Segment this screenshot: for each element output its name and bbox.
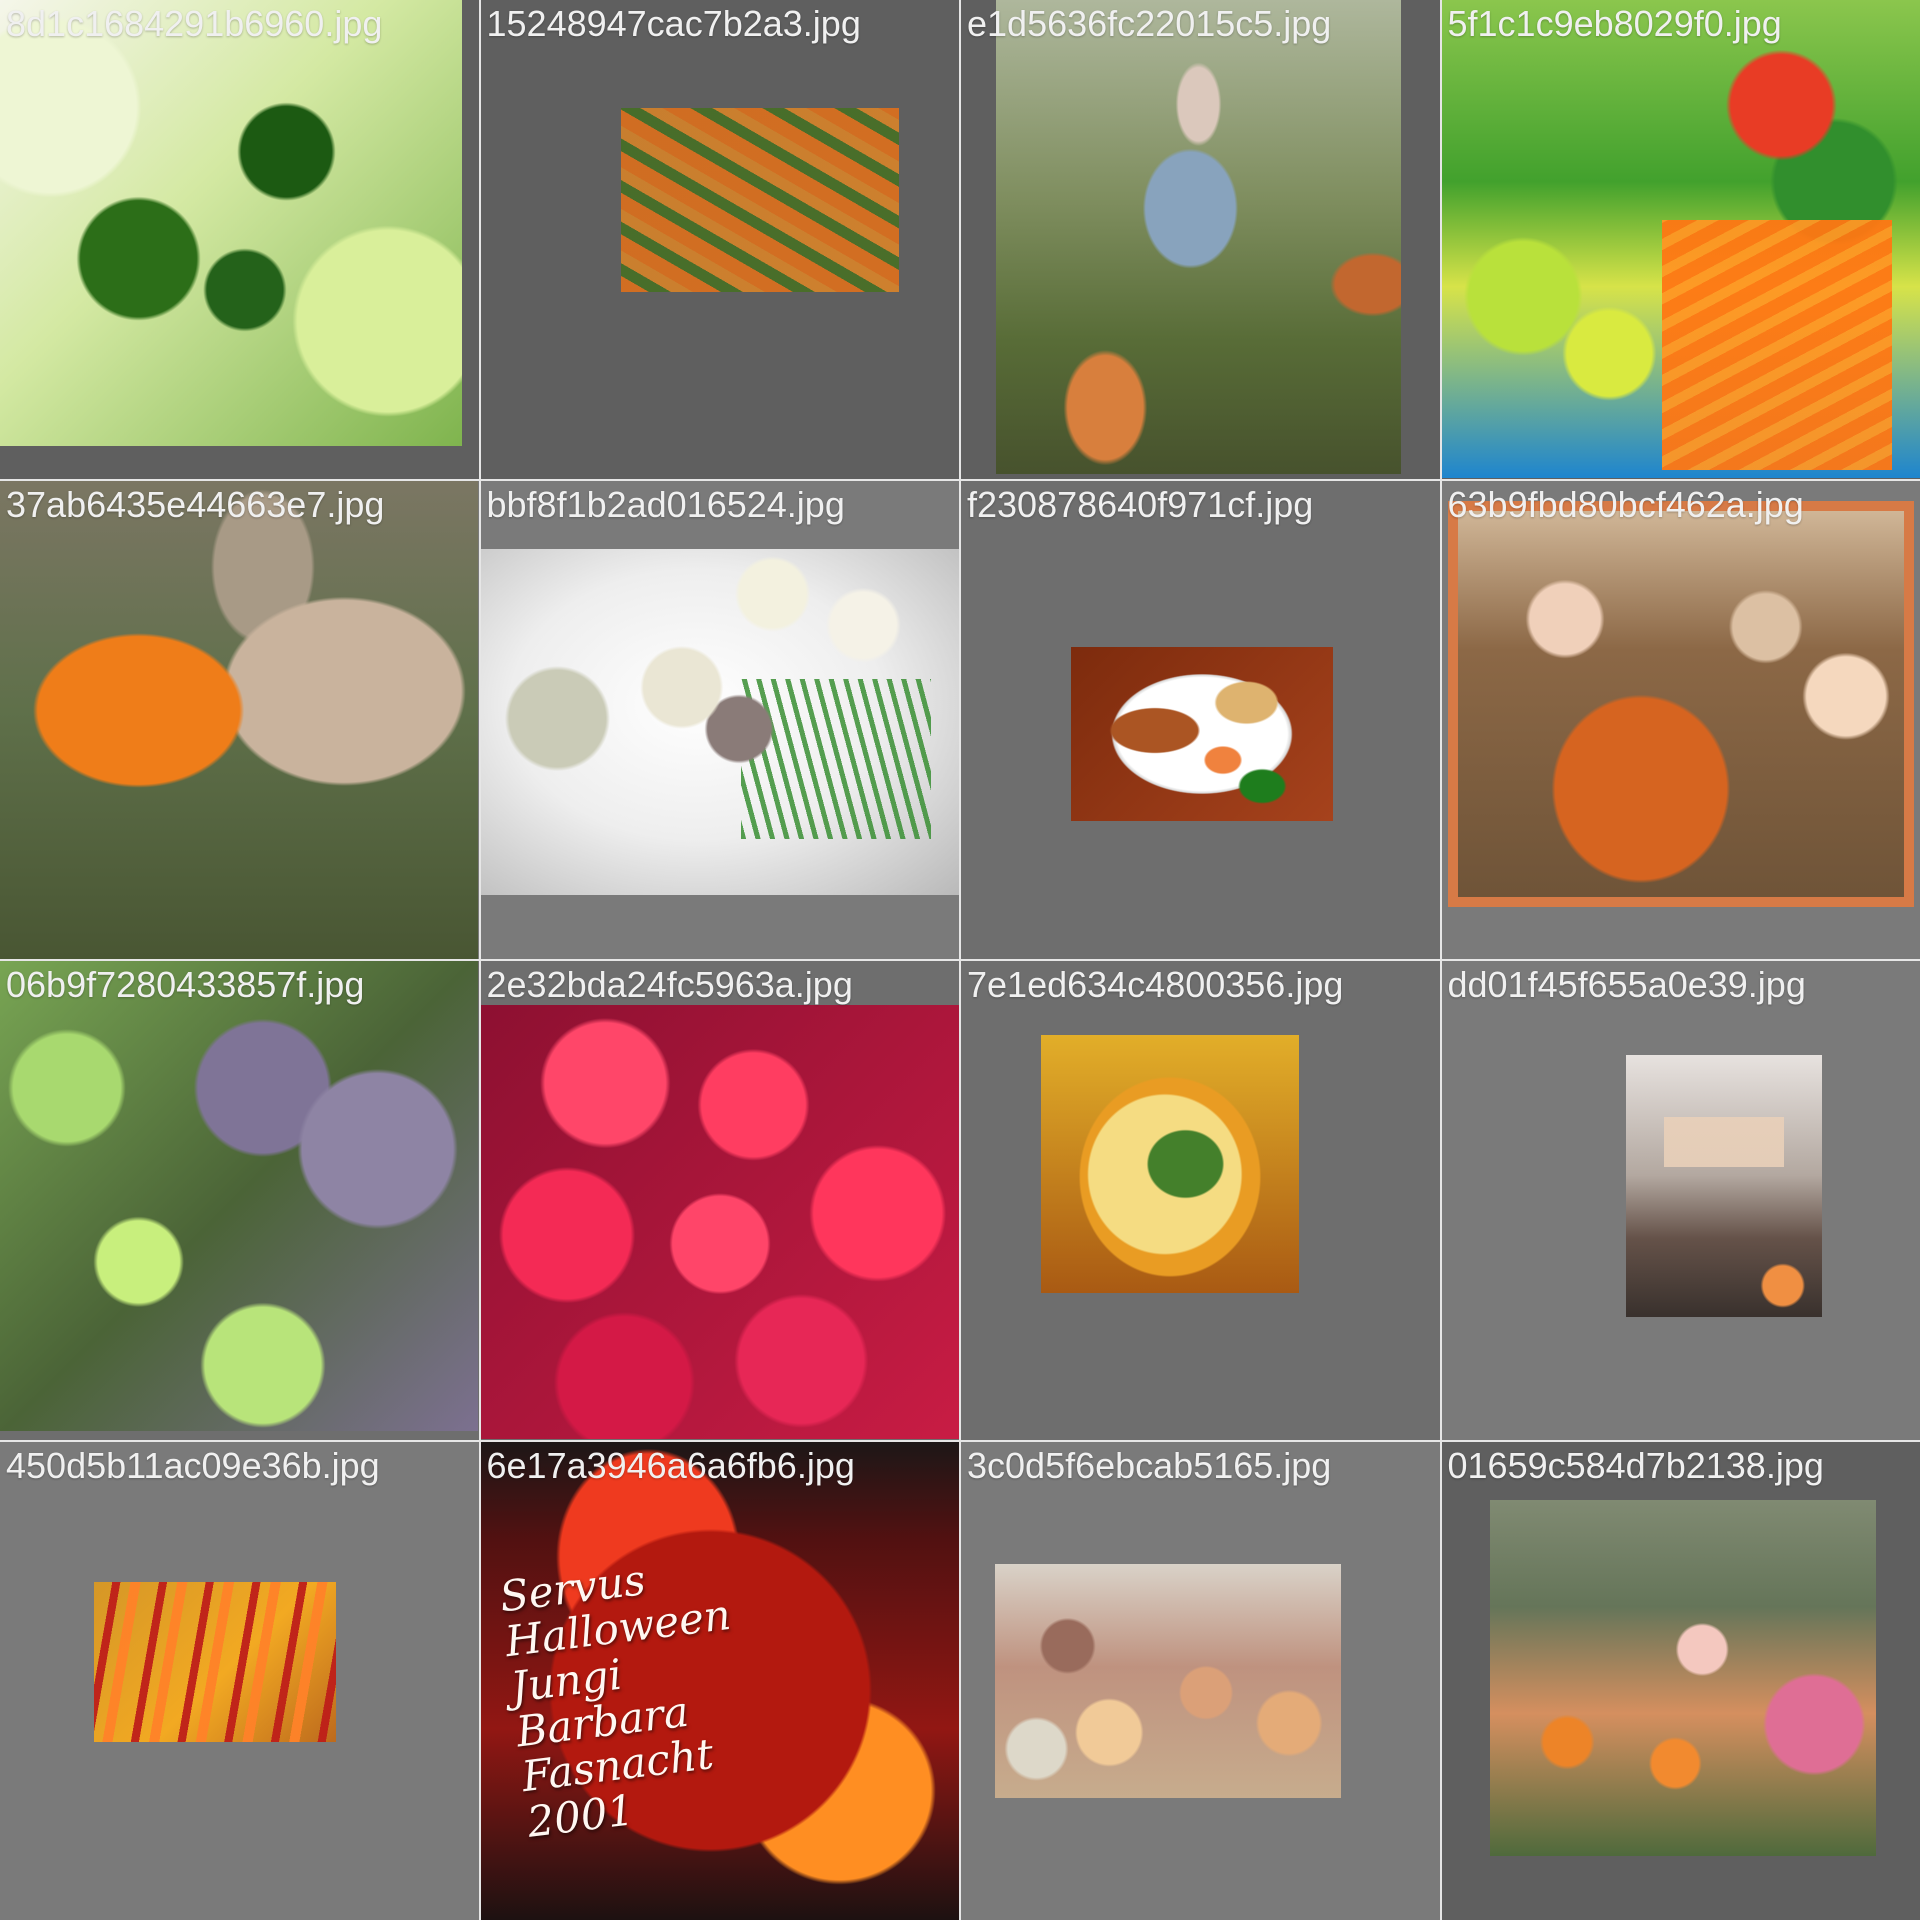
gallery-tile[interactable]: 5f1c1c9eb8029f0.jpg — [1441, 0, 1920, 479]
gallery-photo[interactable] — [1489, 1499, 1876, 1856]
gallery-tile[interactable]: 63b9fbd80bcf462a.jpg — [1441, 480, 1920, 959]
file-name: 15248947cac7b2a3.jpg — [486, 3, 861, 44]
file-name: 7e1ed634c4800356.jpg — [967, 964, 1344, 1005]
file-name: 450d5b11ac09e36b.jpg — [6, 1444, 380, 1486]
file-name: 06b9f7280433857f.jpg — [6, 964, 365, 1005]
gallery-tile[interactable]: 8d1c1684291b6960.jpg — [0, 0, 479, 479]
gallery-photo[interactable] — [480, 548, 959, 895]
file-name: 2e32bda24fc5963a.jpg — [486, 964, 853, 1005]
gallery-photo[interactable] — [995, 1563, 1341, 1798]
file-name: 6e17a3946a6a6fb6.jpg — [486, 1444, 855, 1486]
gallery-tile[interactable]: 2e32bda24fc5963a.jpg — [480, 961, 959, 1440]
gallery-tile[interactable]: e1d5636fc22015c5.jpg — [961, 0, 1440, 479]
gallery-tile[interactable]: 06b9f7280433857f.jpg — [0, 961, 479, 1440]
gallery-tile[interactable]: dd01f45f655a0e39.jpg — [1441, 961, 1920, 1440]
gallery-photo[interactable] — [0, 480, 478, 959]
image-gallery-grid: 8d1c1684291b6960.jpg 15248947cac7b2a3.jp… — [0, 0, 1920, 1920]
gallery-photo[interactable]: Servus Halloween Jungi Barbara Fasnacht … — [480, 1441, 959, 1920]
gallery-tile[interactable]: 37ab6435e44663e7.jpg — [0, 480, 479, 959]
gallery-tile[interactable]: 01659c584d7b2138.jpg — [1441, 1441, 1920, 1920]
gallery-tile[interactable]: bbf8f1b2ad016524.jpg — [480, 480, 959, 959]
gallery-photo[interactable] — [1441, 0, 1920, 478]
gallery-tile[interactable]: 450d5b11ac09e36b.jpg — [0, 1441, 479, 1920]
gallery-photo[interactable] — [1625, 1055, 1822, 1317]
file-name: 5f1c1c9eb8029f0.jpg — [1447, 3, 1782, 44]
file-name: 63b9fbd80bcf462a.jpg — [1447, 483, 1804, 525]
gallery-photo[interactable] — [620, 108, 899, 292]
gallery-photo[interactable] — [0, 961, 478, 1431]
file-name: 8d1c1684291b6960.jpg — [6, 3, 383, 44]
gallery-tile[interactable]: Servus Halloween Jungi Barbara Fasnacht … — [480, 1441, 959, 1920]
gallery-photo[interactable] — [1071, 646, 1333, 821]
gallery-photo[interactable] — [480, 1005, 959, 1439]
file-name: dd01f45f655a0e39.jpg — [1447, 964, 1806, 1005]
gallery-photo[interactable] — [1447, 500, 1914, 907]
file-name: 3c0d5f6ebcab5165.jpg — [967, 1444, 1332, 1486]
gallery-photo[interactable] — [1041, 1035, 1299, 1293]
painted-pumpkin-text: Servus Halloween Jungi Barbara Fasnacht … — [496, 1554, 733, 1847]
gallery-photo[interactable] — [996, 0, 1401, 474]
gallery-tile[interactable]: 7e1ed634c4800356.jpg — [961, 961, 1440, 1440]
file-name: 01659c584d7b2138.jpg — [1447, 1444, 1824, 1486]
gallery-tile[interactable]: 3c0d5f6ebcab5165.jpg — [961, 1441, 1440, 1920]
file-name: f230878640f971cf.jpg — [967, 483, 1314, 525]
gallery-tile[interactable]: 15248947cac7b2a3.jpg — [480, 0, 959, 479]
file-name: bbf8f1b2ad016524.jpg — [486, 483, 845, 525]
gallery-photo[interactable] — [0, 0, 462, 446]
file-name: 37ab6435e44663e7.jpg — [6, 483, 385, 525]
gallery-tile[interactable]: f230878640f971cf.jpg — [961, 480, 1440, 959]
file-name: e1d5636fc22015c5.jpg — [967, 3, 1332, 44]
gallery-photo[interactable] — [94, 1581, 336, 1742]
